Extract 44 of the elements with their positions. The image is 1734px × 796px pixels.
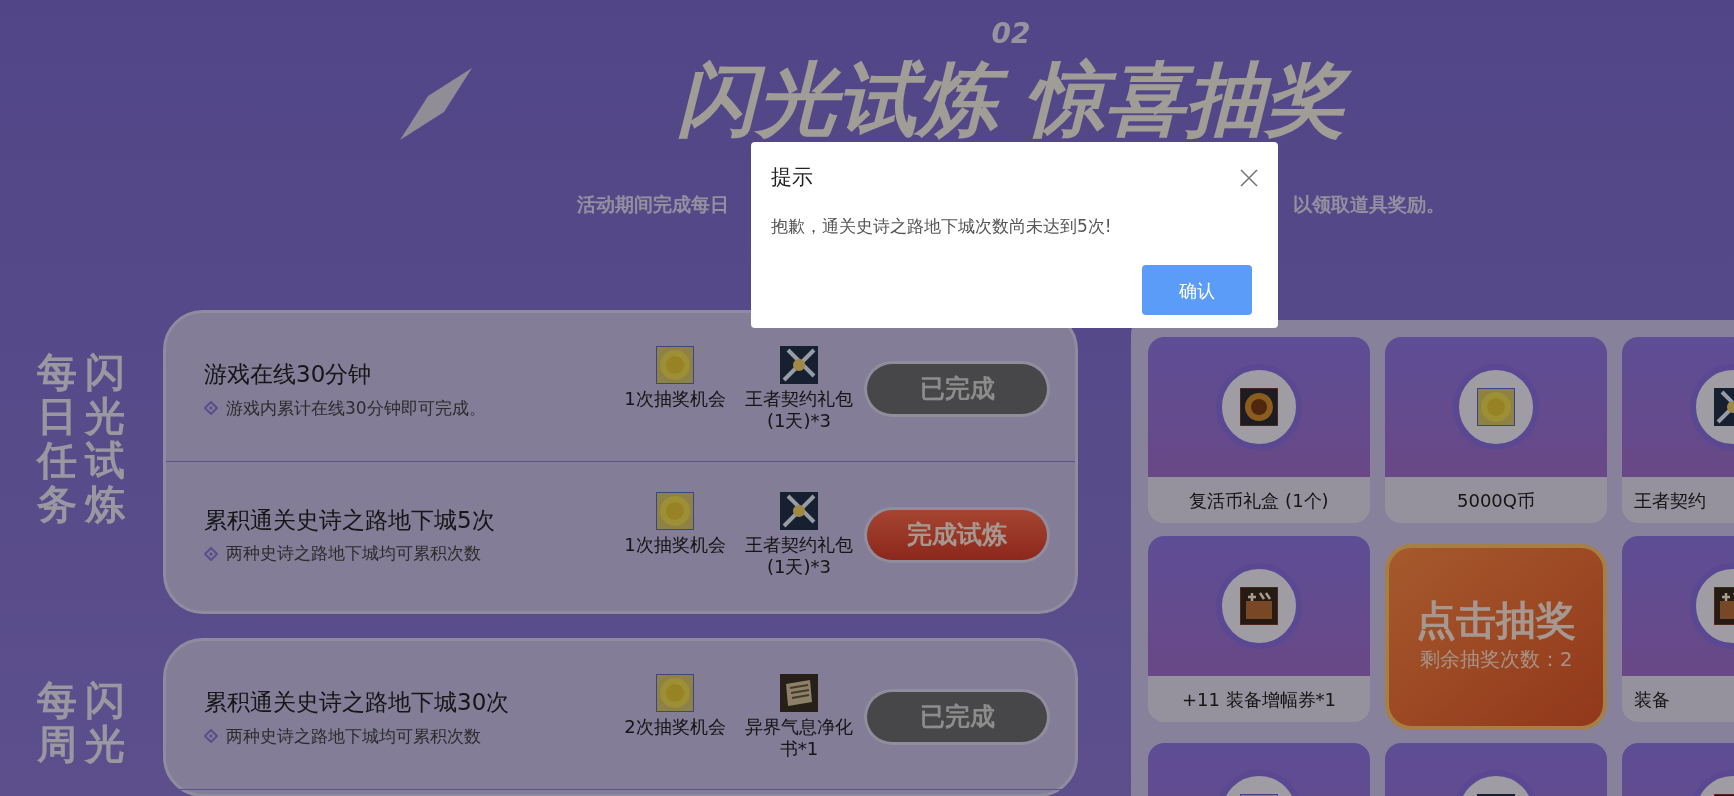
prize-label: 5000Q币 (1457, 488, 1535, 513)
ticket-icon (1240, 587, 1278, 625)
task-button[interactable]: 完成试炼 (867, 509, 1047, 560)
task-title: 累积通关史诗之路地下城5次 (204, 505, 496, 535)
coin-icon (656, 674, 694, 713)
task-description: 两种史诗之路地下城均可累积次数 (226, 724, 481, 748)
prize-label: 王者契约 (1634, 488, 1706, 513)
reward-label: 王者契约礼包(1天)*3 (744, 388, 854, 432)
section-number: 02 (991, 20, 1031, 48)
coin-icon (656, 491, 694, 530)
diamond-icon (204, 729, 218, 744)
reward-label: 1次抽奖机会 (624, 533, 726, 556)
coin-icon (1477, 388, 1515, 426)
subtitle-text: 活动期间完成每日 (577, 192, 729, 217)
draw-button[interactable]: 点击抽奖 剩余抽奖次数：2 (1385, 544, 1607, 730)
close-icon[interactable] (1240, 168, 1258, 187)
reward-label: 2次抽奖机会 (624, 716, 726, 738)
coin-icon (656, 346, 694, 385)
vertical-label: 每周 (37, 678, 77, 766)
task-button[interactable]: 已完成 (867, 364, 1047, 414)
page-title: 闪光试炼 惊喜抽奖 (661, 52, 1361, 148)
prize-label: 复活币礼盒 (1个) (1189, 488, 1329, 513)
vertical-label: 闪光 (85, 678, 125, 766)
reward-label: 异界气息净化书*1 (744, 716, 854, 760)
vertical-label: 每日任务 (37, 350, 77, 526)
task-title: 游戏在线30分钟 (204, 360, 373, 389)
dialog-title: 提示 (771, 164, 813, 191)
diamond-icon (204, 401, 218, 416)
prize-label: 装备 (1634, 687, 1670, 712)
dialog-message: 抱歉，通关史诗之路地下城次数尚未达到5次! (770, 214, 1113, 238)
task-description: 两种史诗之路地下城均可累积次数 (226, 542, 481, 565)
confirm-button[interactable]: 确认 (1142, 265, 1252, 315)
subtitle-text: 以领取道具奖励。 (1293, 192, 1445, 217)
medal-icon (1240, 388, 1278, 426)
vertical-label: 闪光试炼 (85, 350, 125, 526)
scroll-icon (780, 674, 818, 713)
reward-label: 1次抽奖机会 (624, 388, 726, 410)
task-button[interactable]: 已完成 (867, 692, 1047, 742)
task-description: 游戏内累计在线30分钟即可完成。 (226, 396, 486, 420)
prize-label: +11 装备增幅券*1 (1181, 687, 1337, 712)
sparkle-icon (400, 68, 472, 140)
diamond-icon (204, 546, 218, 561)
reward-label: 王者契约礼包(1天)*3 (744, 533, 854, 578)
task-title: 累积通关史诗之路地下城30次 (204, 688, 511, 717)
